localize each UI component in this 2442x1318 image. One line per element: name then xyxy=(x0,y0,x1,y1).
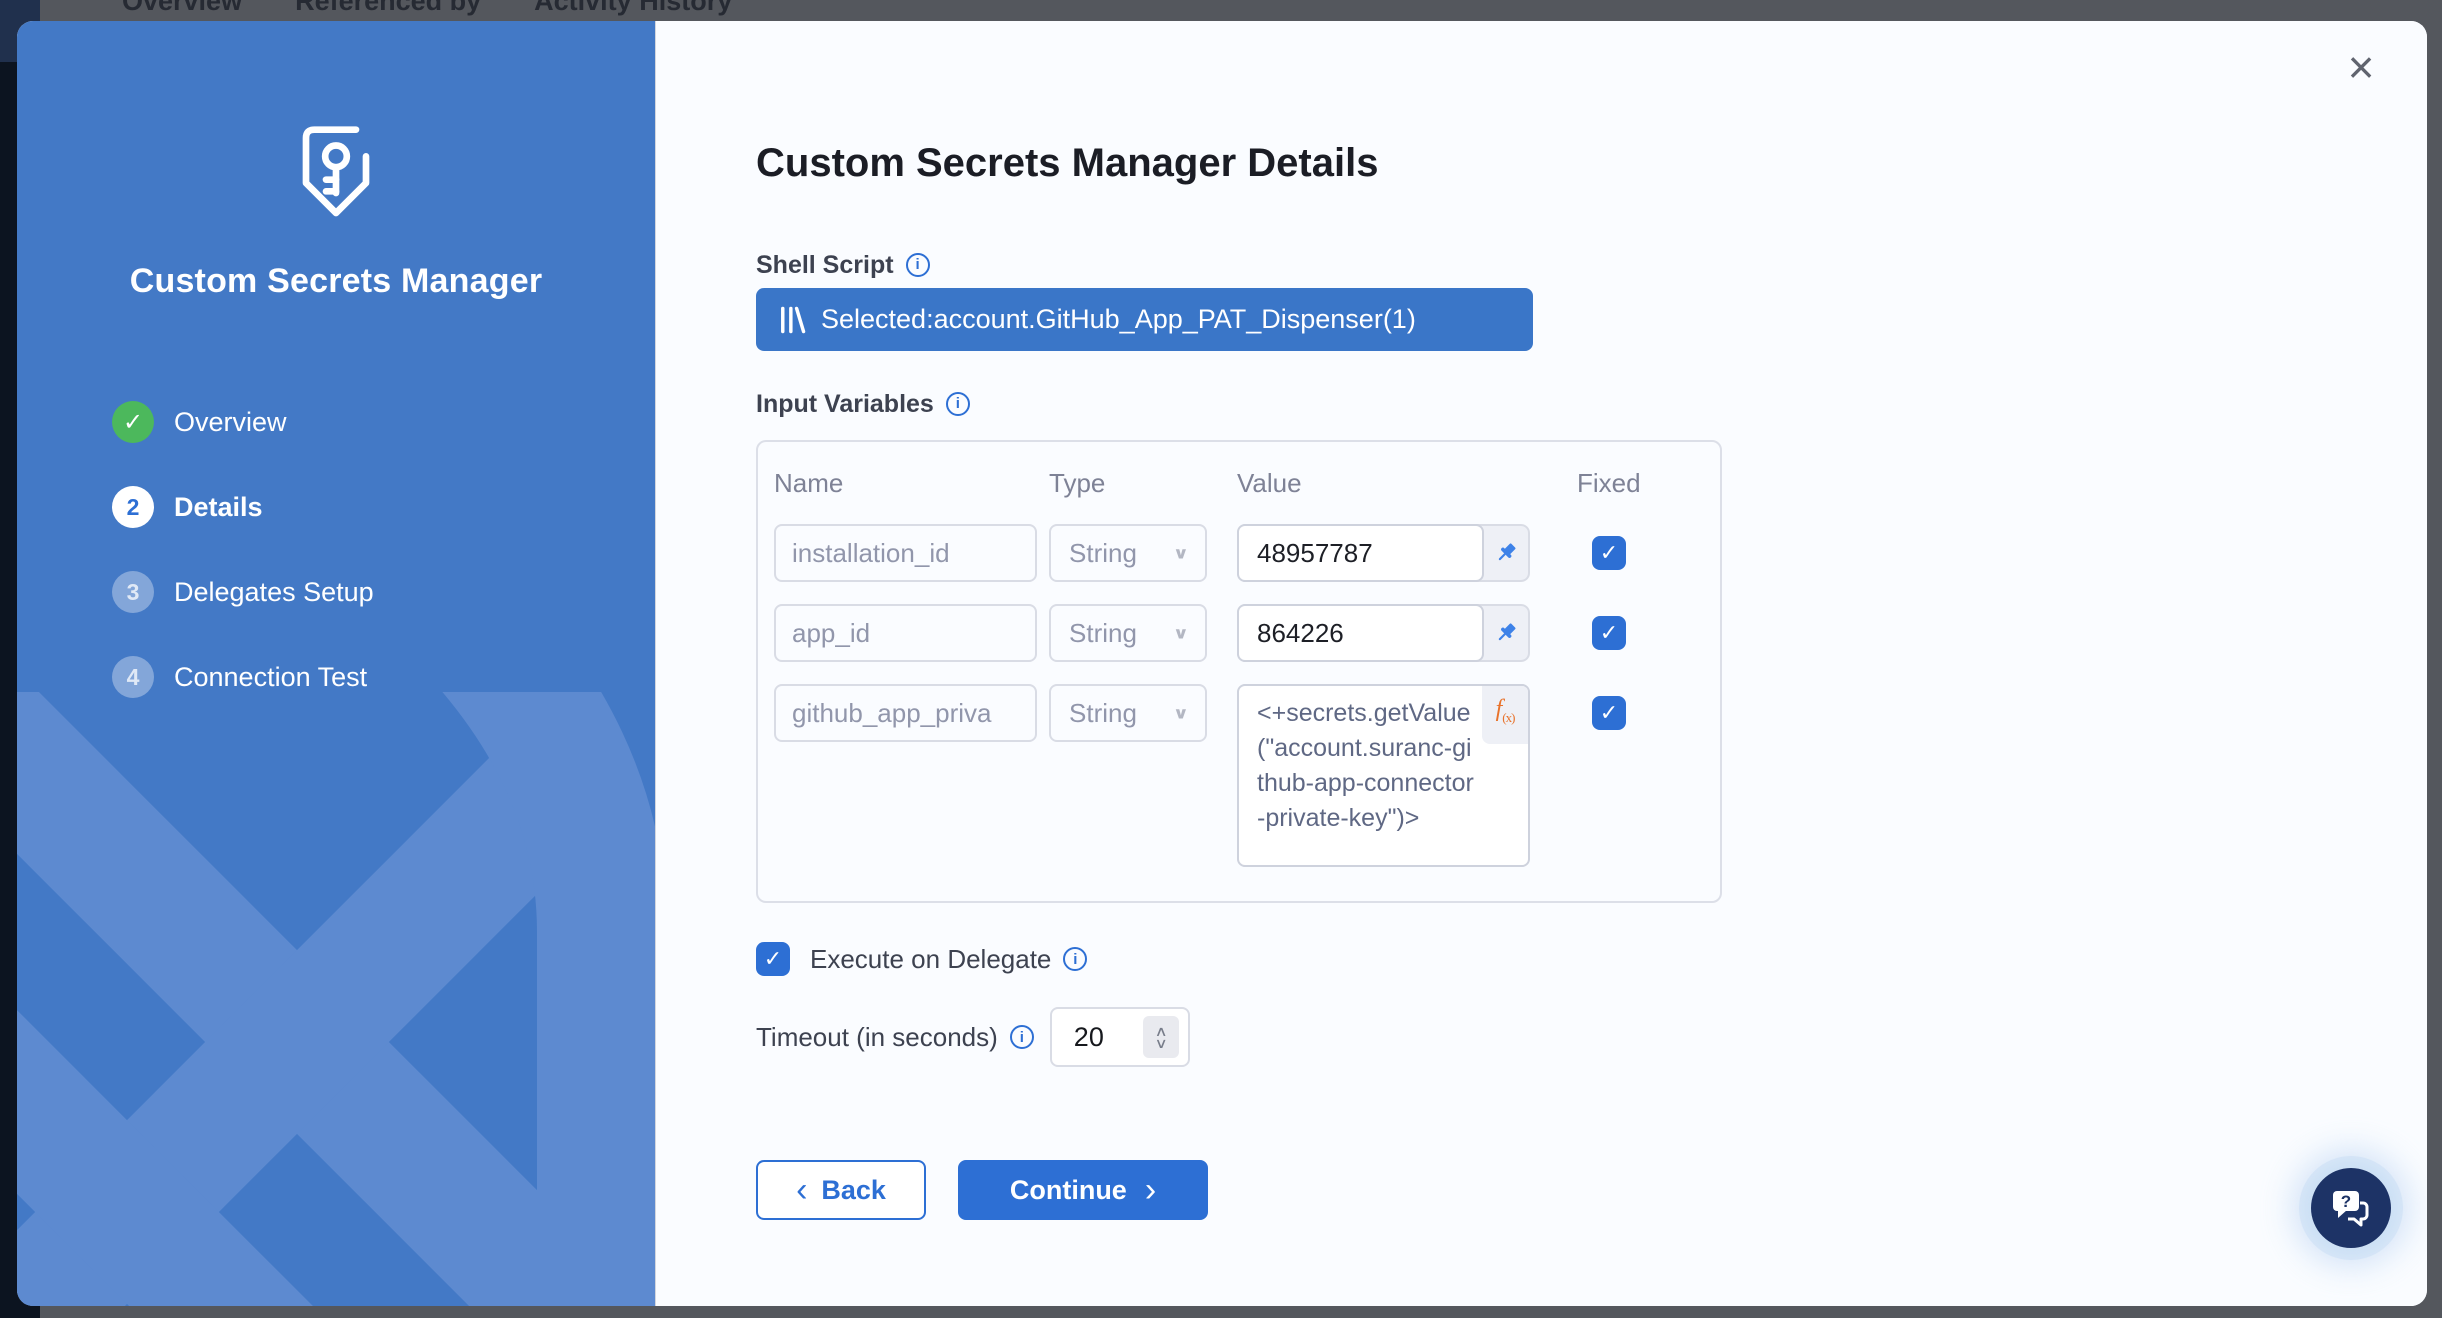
variable-type-value: String xyxy=(1069,698,1137,729)
wizard-sidebar: Custom Secrets Manager ✓ Overview 2 Deta… xyxy=(17,21,655,1306)
background-tab-bar: Overview Referenced by Activity History xyxy=(40,0,2442,21)
fixed-value-pin-icon[interactable] xyxy=(1484,526,1528,580)
timeout-input[interactable]: 20 ∧ ∨ xyxy=(1050,1007,1190,1067)
step-label: Connection Test xyxy=(174,662,367,693)
variable-type-select[interactable]: String ∨ xyxy=(1049,684,1207,742)
step-label: Details xyxy=(174,492,263,523)
help-chat-icon: ? xyxy=(2329,1187,2373,1229)
step-number: 4 xyxy=(112,656,154,698)
help-chat-button[interactable]: ? xyxy=(2311,1168,2391,1248)
variable-row-installation-id: installation_id String ∨ xyxy=(774,524,1704,582)
variable-type-value: String xyxy=(1069,618,1137,649)
fixed-checkbox-checked[interactable]: ✓ xyxy=(1592,616,1626,650)
fixed-checkbox-checked[interactable]: ✓ xyxy=(1592,696,1626,730)
step-label: Delegates Setup xyxy=(174,577,374,608)
input-variables-panel: Name Type Value Fixed installation_id St… xyxy=(756,440,1722,903)
step-number: 2 xyxy=(112,486,154,528)
variable-value-input[interactable] xyxy=(1237,604,1484,662)
variable-name-input[interactable]: installation_id xyxy=(774,524,1037,582)
variable-type-select[interactable]: String ∨ xyxy=(1049,524,1207,582)
variable-value-group xyxy=(1237,604,1530,662)
wizard-content: × Custom Secrets Manager Details Shell S… xyxy=(655,21,2427,1306)
timeout-row: Timeout (in seconds) i 20 ∧ ∨ xyxy=(756,1007,2427,1067)
variable-value-input[interactable] xyxy=(1237,524,1484,582)
chevron-left-icon: ‹ xyxy=(796,1173,807,1207)
wizard-steps: ✓ Overview 2 Details 3 Delegates Setup 4… xyxy=(112,400,374,740)
variable-name-input[interactable]: app_id xyxy=(774,604,1037,662)
secrets-manager-shield-key-icon xyxy=(292,123,380,223)
harness-logo-watermark xyxy=(17,692,655,1306)
variable-value-group: <+secrets.getValue("account.suranc-githu… xyxy=(1237,684,1530,867)
tab-activity-history[interactable]: Activity History xyxy=(534,0,732,21)
variable-row-app-id: app_id String ∨ xyxy=(774,604,1704,662)
timeout-stepper[interactable]: ∧ ∨ xyxy=(1143,1016,1179,1058)
back-button[interactable]: ‹ Back xyxy=(756,1160,926,1220)
chevron-down-icon: ∨ xyxy=(1173,623,1189,643)
timeout-info-icon[interactable]: i xyxy=(1010,1025,1034,1049)
variable-name-input[interactable]: github_app_priva xyxy=(774,684,1037,742)
fixed-checkbox-checked[interactable]: ✓ xyxy=(1592,536,1626,570)
chevron-down-icon: ∨ xyxy=(1173,543,1189,563)
variable-type-select[interactable]: String ∨ xyxy=(1049,604,1207,662)
input-variables-label-text: Input Variables xyxy=(756,389,934,419)
execute-on-delegate-checkbox-checked[interactable]: ✓ xyxy=(756,942,790,976)
shell-script-template-select-button[interactable]: Selected:account.GitHub_App_PAT_Dispense… xyxy=(756,288,1533,351)
close-icon[interactable]: × xyxy=(2337,43,2385,91)
template-library-icon xyxy=(778,305,806,335)
step-delegates-setup[interactable]: 3 Delegates Setup xyxy=(112,570,374,614)
input-variables-label: Input Variables i xyxy=(756,389,2427,419)
execute-on-delegate-info-icon[interactable]: i xyxy=(1063,947,1087,971)
variable-value-group xyxy=(1237,524,1530,582)
shell-script-label-text: Shell Script xyxy=(756,250,894,280)
stepper-down-icon[interactable]: ∨ xyxy=(1154,1037,1167,1049)
selected-template-text: Selected:account.GitHub_App_PAT_Dispense… xyxy=(821,304,1416,335)
step-connection-test[interactable]: 4 Connection Test xyxy=(112,655,374,699)
step-complete-check-icon: ✓ xyxy=(112,401,154,443)
back-button-label: Back xyxy=(821,1175,886,1206)
timeout-value: 20 xyxy=(1052,1022,1104,1053)
custom-secrets-manager-modal: Custom Secrets Manager ✓ Overview 2 Deta… xyxy=(17,21,2427,1306)
shell-script-info-icon[interactable]: i xyxy=(906,253,930,277)
execute-on-delegate-row: ✓ Execute on Delegate i xyxy=(756,942,2427,976)
continue-button[interactable]: Continue › xyxy=(958,1160,1208,1220)
chevron-down-icon: ∨ xyxy=(1173,703,1189,723)
input-variables-header-row: Name Type Value Fixed xyxy=(774,468,1704,498)
svg-text:?: ? xyxy=(2341,1192,2351,1211)
variable-row-github-app-private-key: github_app_priva String ∨ <+secrets.getV… xyxy=(774,684,1704,867)
wizard-footer: ‹ Back Continue › xyxy=(756,1160,2427,1220)
chevron-right-icon: › xyxy=(1145,1173,1156,1207)
column-header-name: Name xyxy=(774,468,1037,499)
tab-referenced-by[interactable]: Referenced by xyxy=(295,0,481,21)
fixed-value-pin-icon[interactable] xyxy=(1484,606,1528,660)
step-overview[interactable]: ✓ Overview xyxy=(112,400,374,444)
continue-button-label: Continue xyxy=(1010,1175,1127,1206)
timeout-label: Timeout (in seconds) xyxy=(756,1022,998,1053)
expression-fx-icon[interactable]: f(x) xyxy=(1482,686,1528,744)
input-variables-info-icon[interactable]: i xyxy=(946,392,970,416)
step-details[interactable]: 2 Details xyxy=(112,485,374,529)
page-title: Custom Secrets Manager Details xyxy=(756,139,2427,187)
execute-on-delegate-label: Execute on Delegate xyxy=(810,944,1051,975)
tab-overview[interactable]: Overview xyxy=(122,0,242,21)
shell-script-label: Shell Script i xyxy=(756,250,2427,280)
step-label: Overview xyxy=(174,407,287,438)
step-number: 3 xyxy=(112,571,154,613)
column-header-value: Value xyxy=(1237,468,1530,499)
column-header-fixed: Fixed xyxy=(1554,468,1650,499)
column-header-type: Type xyxy=(1049,468,1207,499)
variable-type-value: String xyxy=(1069,538,1137,569)
wizard-title: Custom Secrets Manager xyxy=(17,262,655,301)
